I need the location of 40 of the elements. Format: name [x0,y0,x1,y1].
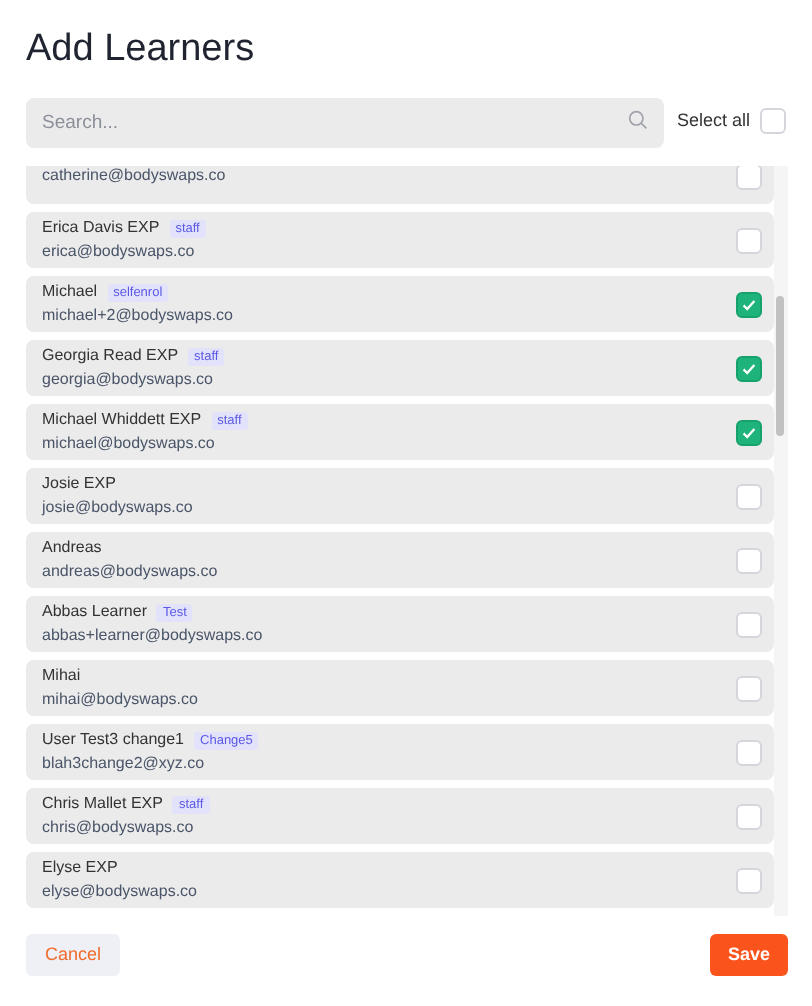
learner-name: Josie EXP [42,474,116,494]
learner-email: blah3change2@xyz.co [42,754,207,774]
learner-email: elyse@bodyswaps.co [42,882,197,902]
dialog-title: Add Learners [26,26,255,74]
check-icon [740,295,758,313]
scrollbar[interactable] [774,166,788,916]
check-icon [740,359,758,377]
learner-email: josie@bodyswaps.co [42,498,193,518]
learner-email: michael@bodyswaps.co [42,434,217,454]
learner-email: georgia@bodyswaps.co [42,370,216,390]
learner-name: Mihai [42,666,81,686]
learner-email: chris@bodyswaps.co [42,818,196,838]
learner-email: andreas@bodyswaps.co [42,562,218,582]
checkbox[interactable] [736,419,762,445]
check-icon [740,423,758,441]
search-icon [628,110,648,130]
learner-name: Michael Whiddett EXP [42,410,202,430]
learner-email: michael+2@bodyswaps.co [42,306,234,326]
select-all-label: Select all [676,107,750,134]
checkbox[interactable] [736,355,762,381]
scrollbar-thumb[interactable] [776,296,784,436]
learner-email: erica@bodyswaps.co [42,242,197,262]
learner-name: Chris Mallet EXP [42,794,163,814]
learner-name: Michael [42,282,98,302]
learner-name: User Test3 change1 [42,730,185,750]
learner-name: Abbas Learner [42,602,147,622]
learner-row[interactable]: Andreas andreas@bodyswaps.co [26,532,774,588]
learner-email: mihai@bodyswaps.co [42,690,198,710]
learner-name: Georgia Read EXP [42,346,179,366]
learner-row[interactable]: Josie EXP josie@bodyswaps.co [26,468,774,524]
learner-row[interactable]: Elyse EXP elyse@bodyswaps.co [26,852,774,908]
learner-row[interactable]: Mihai mihai@bodyswaps.co [26,660,774,716]
checkbox[interactable] [736,291,762,317]
learner-email: abbas+learner@bodyswaps.co [42,626,263,646]
search-field[interactable]: Search... [26,98,664,148]
learner-name: Erica Davis EXP [42,218,160,238]
learner-name: Andreas [42,538,102,558]
learner-row[interactable]: catherine@bodyswaps.co [26,166,774,204]
learner-email: catherine@bodyswaps.co [42,166,226,186]
learner-name: Elyse EXP [42,858,118,878]
